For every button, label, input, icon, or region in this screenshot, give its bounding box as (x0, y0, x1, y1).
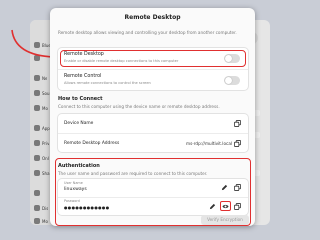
sidebar-item-label: Priv (42, 140, 50, 146)
sidebar-icon (34, 218, 40, 224)
remote-control-subtitle: Allows remote connections to control the… (64, 81, 151, 85)
remote-control-title: Remote Control (64, 74, 102, 79)
sidebar-icon (34, 75, 40, 81)
sidebar-icon (34, 155, 40, 161)
sidebar-icon (34, 105, 40, 111)
username-value: linuxways (64, 187, 87, 192)
sidebar-icon (34, 170, 40, 176)
dialog-title: Remote Desktop (124, 14, 181, 21)
sidebar-icon (34, 205, 40, 211)
remote-desktop-card: Remote Desktop Enable or disable remote … (58, 48, 248, 90)
sidebar-icon (34, 125, 40, 131)
remote-desktop-subtitle: Enable or disable remote desktop connect… (64, 59, 179, 63)
sidebar-item-label: Sou (42, 90, 50, 96)
eye-icon[interactable] (222, 203, 229, 210)
remote-control-toggle[interactable] (224, 76, 240, 85)
address-label: Remote Desktop Address (64, 141, 120, 146)
device-name-label: Device Name (64, 121, 94, 126)
edit-icon[interactable] (221, 184, 228, 191)
username-row[interactable]: User Name linuxways (58, 179, 248, 196)
remote-desktop-toggle[interactable] (224, 54, 240, 63)
address-value: ms-rdp://multivit.local (186, 141, 233, 146)
sidebar-item-label: Ne (42, 75, 48, 81)
copy-icon[interactable] (234, 120, 241, 127)
toggle-knob (225, 55, 232, 62)
device-name-row: Device Name (58, 114, 248, 132)
sidebar-item-label: Mo (42, 218, 48, 224)
verify-encryption-button[interactable]: Verify Encryption (201, 215, 249, 225)
toggle-knob (225, 77, 232, 84)
edit-icon[interactable] (209, 203, 216, 210)
authentication-card: User Name linuxways Password ●●●●●●●●●●●… (58, 179, 248, 215)
sidebar-icon (34, 140, 40, 146)
sidebar-item-label: Dis (42, 205, 49, 211)
authentication-heading: Authentication (58, 163, 100, 169)
sidebar-icon (34, 190, 40, 196)
connection-card: Device Name Remote Desktop Address ms-rd… (58, 114, 248, 152)
password-row[interactable]: Password ●●●●●●●●●●●● (58, 197, 248, 215)
remote-desktop-row[interactable]: Remote Desktop Enable or disable remote … (58, 48, 248, 68)
copy-icon[interactable] (234, 184, 241, 191)
password-label: Password (64, 199, 80, 203)
authentication-description: The user name and password are required … (58, 171, 208, 176)
username-label: User Name (64, 181, 83, 185)
dialog-description: Remote desktop allows viewing and contro… (58, 30, 237, 35)
copy-icon[interactable] (234, 203, 241, 210)
remote-control-row[interactable]: Remote Control Allows remote connections… (58, 70, 248, 90)
password-value: ●●●●●●●●●●●● (64, 205, 110, 210)
sidebar-icon (34, 90, 40, 96)
remote-desktop-dialog: Remote Desktop Remote desktop allows vie… (50, 8, 255, 226)
copy-icon[interactable] (234, 140, 241, 147)
how-to-connect-heading: How to Connect (58, 96, 103, 102)
address-row: Remote Desktop Address ms-rdp://multivit… (58, 134, 248, 152)
sidebar-item-label: Sha (42, 170, 50, 176)
how-to-connect-description: Connect to this computer using the devic… (58, 104, 220, 109)
sidebar-item-label: Mo (42, 105, 48, 111)
remote-desktop-title: Remote Desktop (64, 52, 104, 57)
sidebar-item-label: Onl (42, 155, 49, 161)
